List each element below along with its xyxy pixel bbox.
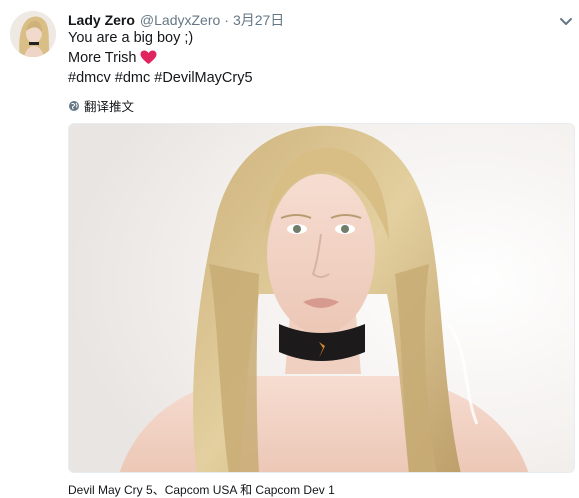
photo-tags: Devil May Cry 5、Capcom USA 和 Capcom Dev … — [68, 481, 335, 498]
tweet-header: Lady Zero @LadyxZero · 3月27日 — [68, 10, 284, 28]
tag-separator: 和 — [236, 483, 256, 497]
tweet-text-line-2: More Trish — [68, 50, 157, 66]
separator-dot: · — [224, 12, 229, 28]
avatar-photo — [10, 11, 56, 57]
portrait-image — [69, 124, 574, 472]
translate-label: 翻译推文 — [84, 100, 135, 114]
heart-emoji-icon — [140, 50, 157, 65]
display-name[interactable]: Lady Zero — [68, 12, 135, 28]
globe-icon — [68, 100, 80, 112]
translate-tweet-link[interactable]: 翻译推文 — [68, 96, 134, 115]
tweet-hashtags: #dmcv #dmc #DevilMayCry5 — [68, 70, 253, 86]
tag-separator: 、 — [152, 483, 165, 497]
chevron-down-icon[interactable] — [559, 14, 573, 25]
tweet-text-line-1: You are a big boy ;) — [68, 30, 194, 46]
photo-tag-link[interactable]: Capcom USA — [165, 483, 237, 497]
tweet-photo[interactable] — [68, 123, 575, 473]
tweet-text-more-trish: More Trish — [68, 50, 137, 66]
hashtag-link[interactable]: #dmc — [115, 70, 150, 86]
photo-tag-link[interactable]: Devil May Cry 5 — [68, 483, 153, 497]
user-handle[interactable]: @LadyxZero — [140, 12, 220, 28]
photo-tag-link[interactable]: Capcom Dev 1 — [255, 483, 334, 497]
hashtag-link[interactable]: #DevilMayCry5 — [154, 70, 252, 86]
tweet-timestamp[interactable]: 3月27日 — [233, 10, 284, 30]
avatar[interactable] — [10, 11, 56, 57]
hashtag-link[interactable]: #dmcv — [68, 70, 111, 86]
